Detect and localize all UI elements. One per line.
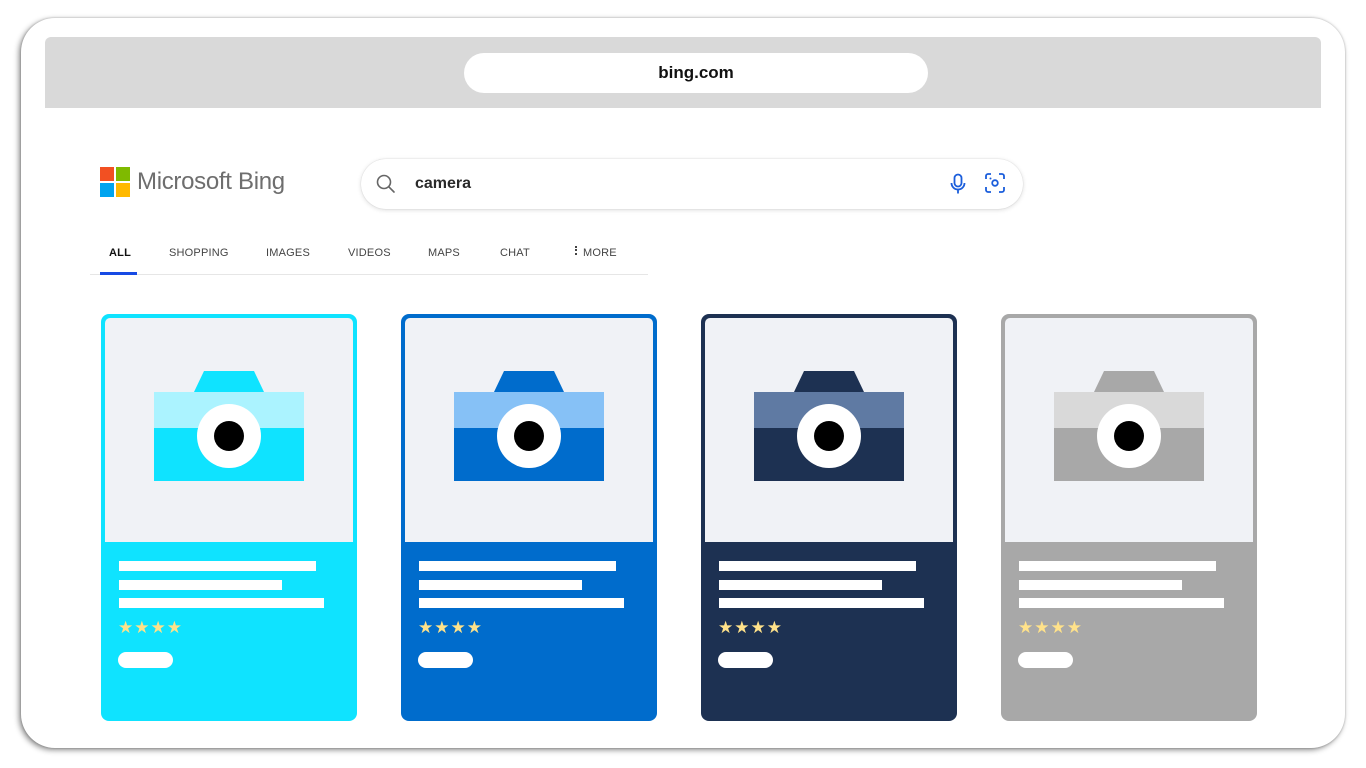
microsoft-logo-icon xyxy=(100,167,130,197)
logo-square-yellow xyxy=(116,183,130,197)
description-placeholder-line xyxy=(719,598,924,608)
title-placeholder-line xyxy=(1019,580,1182,590)
title-placeholder-line xyxy=(119,580,282,590)
product-image xyxy=(105,318,353,542)
card-action-button[interactable] xyxy=(118,652,173,668)
search-box xyxy=(361,159,1023,209)
star-rating: ★★★★ xyxy=(718,618,783,637)
camera-icon xyxy=(154,371,304,481)
vertical-dots-icon xyxy=(575,245,578,257)
tab-maps[interactable]: MAPS xyxy=(428,247,460,259)
product-card-navy[interactable]: ★★★★ xyxy=(701,314,957,721)
logo-square-green xyxy=(116,167,130,181)
title-placeholder-line xyxy=(719,580,882,590)
browser-address-bar: bing.com xyxy=(45,37,1321,108)
product-image xyxy=(705,318,953,542)
card-action-button[interactable] xyxy=(718,652,773,668)
browser-window: bing.com Microsoft Bing camera ALL SHOPP… xyxy=(21,18,1345,748)
tab-images[interactable]: IMAGES xyxy=(266,247,310,259)
microphone-icon[interactable] xyxy=(948,173,968,195)
tab-shopping[interactable]: SHOPPING xyxy=(169,247,229,259)
description-placeholder-line xyxy=(419,598,624,608)
visual-search-icon[interactable] xyxy=(984,172,1006,194)
star-rating: ★★★★ xyxy=(118,618,183,637)
title-placeholder-line xyxy=(719,561,916,571)
tab-videos[interactable]: VIDEOS xyxy=(348,247,391,259)
camera-icon xyxy=(754,371,904,481)
title-placeholder-line xyxy=(419,580,582,590)
description-placeholder-line xyxy=(119,598,324,608)
tab-more-label: MORE xyxy=(583,247,617,259)
title-placeholder-line xyxy=(119,561,316,571)
product-card-gray[interactable]: ★★★★ xyxy=(1001,314,1257,721)
star-rating: ★★★★ xyxy=(418,618,483,637)
tab-chat[interactable]: CHAT xyxy=(500,247,530,259)
url-field[interactable]: bing.com xyxy=(464,53,928,93)
title-placeholder-line xyxy=(419,561,616,571)
bing-logo[interactable]: Microsoft Bing xyxy=(100,167,285,197)
product-card-blue[interactable]: ★★★★ xyxy=(401,314,657,721)
product-card-cyan[interactable]: ★★★★ xyxy=(101,314,357,721)
search-icon[interactable] xyxy=(375,173,397,195)
active-tab-indicator xyxy=(100,272,137,275)
star-rating: ★★★★ xyxy=(1018,618,1083,637)
tab-more[interactable]: MORE xyxy=(575,245,617,259)
product-image xyxy=(405,318,653,542)
search-input[interactable] xyxy=(415,171,915,197)
card-action-button[interactable] xyxy=(418,652,473,668)
logo-square-red xyxy=(100,167,114,181)
logo-text: Microsoft Bing xyxy=(137,168,285,195)
camera-icon xyxy=(454,371,604,481)
tab-all[interactable]: ALL xyxy=(109,247,131,259)
title-placeholder-line xyxy=(1019,561,1216,571)
product-image xyxy=(1005,318,1253,542)
search-tabs: ALL SHOPPING IMAGES VIDEOS MAPS CHAT MOR… xyxy=(90,236,648,275)
description-placeholder-line xyxy=(1019,598,1224,608)
camera-icon xyxy=(1054,371,1204,481)
card-action-button[interactable] xyxy=(1018,652,1073,668)
logo-square-blue xyxy=(100,183,114,197)
